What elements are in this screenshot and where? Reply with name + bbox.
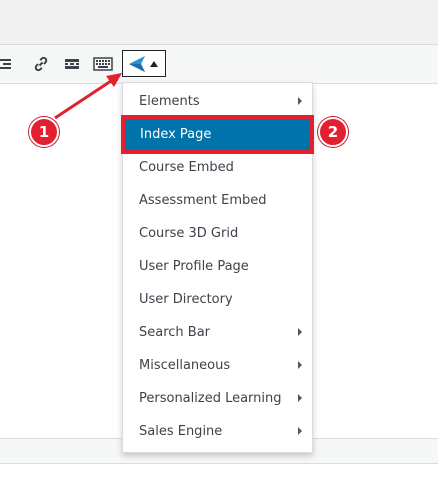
menu-item-personalized-learning[interactable]: Personalized Learning — [123, 382, 312, 415]
menu-item-miscellaneous[interactable]: Miscellaneous — [123, 349, 312, 382]
align-right-icon — [0, 59, 11, 69]
horizontal-line-icon — [65, 59, 79, 69]
submenu-arrow-icon — [298, 361, 302, 369]
menu-item-label: Elements — [139, 94, 200, 109]
menu-item-label: Course Embed — [139, 160, 234, 175]
menu-item-label: Assessment Embed — [139, 193, 267, 208]
link-icon — [34, 56, 48, 72]
menu-item-label: User Profile Page — [139, 259, 249, 274]
toolbar-toggle-button[interactable] — [90, 51, 116, 77]
menu-item-sales-engine[interactable]: Sales Engine — [123, 415, 312, 448]
menu-item-user-directory[interactable]: User Directory — [123, 283, 312, 316]
menu-item-label: Search Bar — [139, 325, 211, 340]
menu-item-search-bar[interactable]: Search Bar — [123, 316, 312, 349]
step-2-label: 2 — [327, 123, 339, 141]
menu-item-index-page[interactable]: Index Page — [121, 115, 314, 154]
menu-item-elements[interactable]: Elements — [123, 85, 312, 118]
submenu-arrow-icon — [298, 97, 302, 105]
submenu-arrow-icon — [298, 394, 302, 402]
shortcode-menu-button[interactable] — [122, 50, 166, 77]
menu-item-course-embed[interactable]: Course Embed — [123, 151, 312, 184]
step-2-badge: 2 — [318, 117, 348, 147]
align-right-button[interactable] — [0, 51, 18, 77]
blue-arrow-icon — [129, 55, 145, 72]
top-strip — [0, 0, 438, 45]
step-1-badge: 1 — [29, 117, 59, 147]
step-1-label: 1 — [38, 123, 50, 141]
insert-more-button[interactable] — [59, 51, 85, 77]
shortcode-dropdown-menu: Elements Index Page Course Embed Assessm… — [121, 82, 314, 453]
editor-toolbar — [0, 45, 438, 84]
menu-item-label: Index Page — [140, 127, 212, 142]
keyboard-icon — [93, 57, 113, 71]
menu-item-label: Miscellaneous — [139, 358, 231, 373]
submenu-arrow-icon — [298, 328, 302, 336]
menu-item-course-3d-grid[interactable]: Course 3D Grid — [123, 217, 312, 250]
menu-item-label: User Directory — [139, 292, 233, 307]
caret-up-icon — [150, 60, 158, 67]
submenu-arrow-icon — [298, 427, 302, 435]
insert-link-button[interactable] — [28, 51, 54, 77]
menu-item-assessment-embed[interactable]: Assessment Embed — [123, 184, 312, 217]
footer-area — [0, 464, 438, 489]
menu-item-label: Personalized Learning — [139, 391, 282, 406]
menu-item-label: Course 3D Grid — [139, 226, 239, 241]
menu-item-user-profile-page[interactable]: User Profile Page — [123, 250, 312, 283]
menu-item-label: Sales Engine — [139, 424, 223, 439]
